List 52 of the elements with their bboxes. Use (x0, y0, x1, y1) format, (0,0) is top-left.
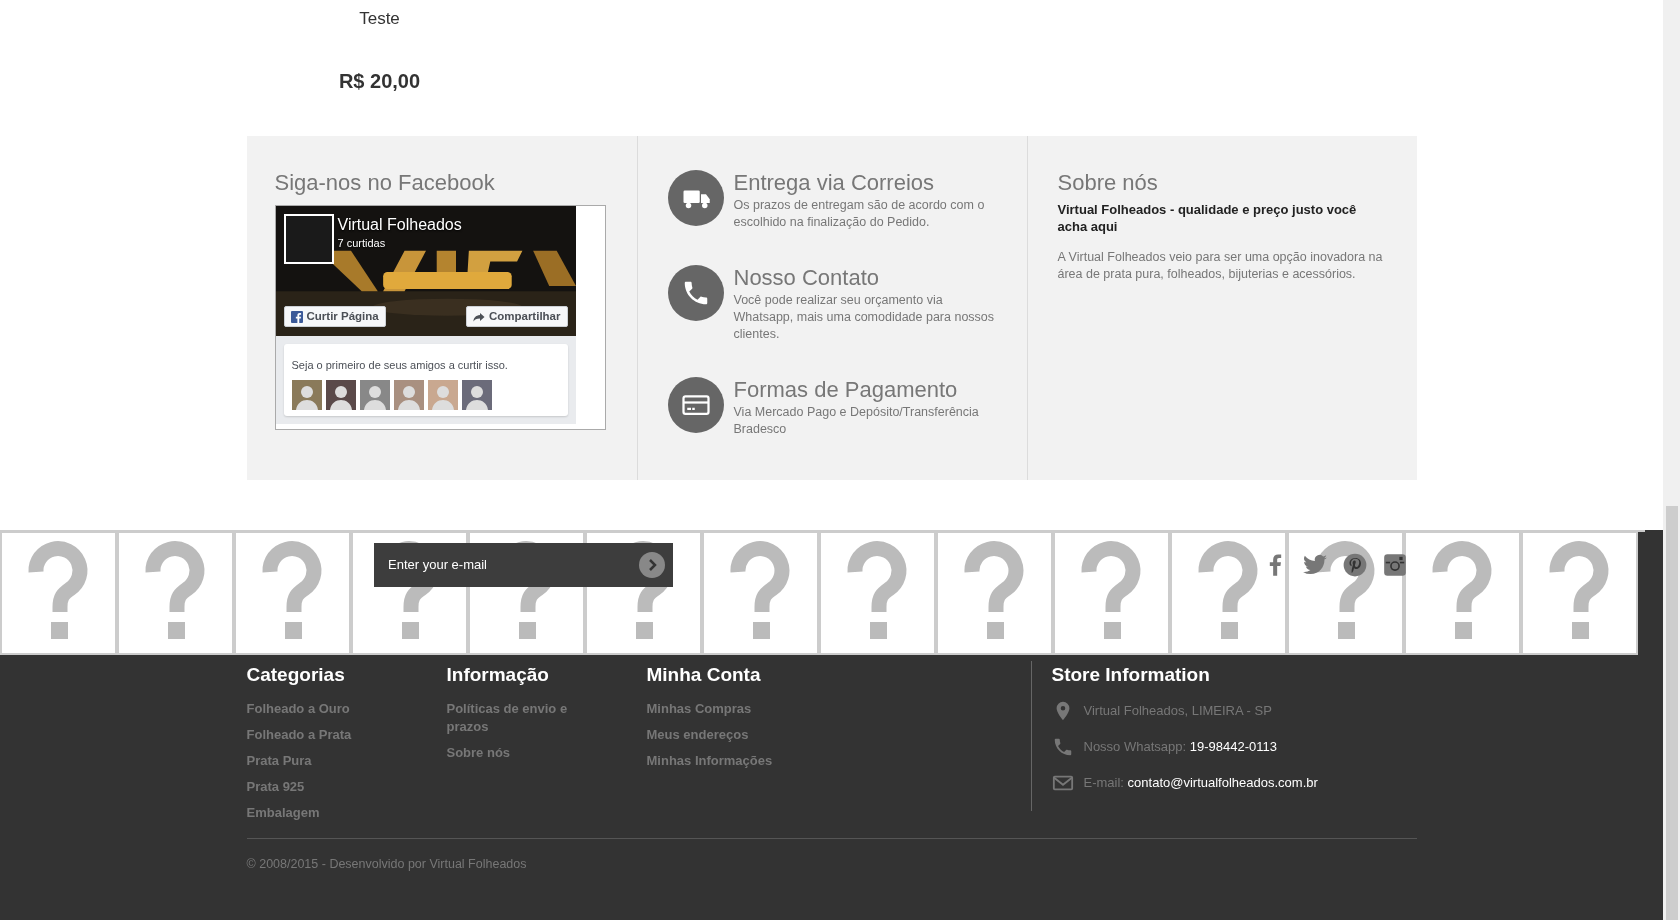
email-field[interactable]: Enter your e-mail (374, 543, 673, 587)
contact-value[interactable]: contato@virtualfolheados.com.br (1127, 774, 1318, 790)
avatar[interactable] (291, 380, 322, 410)
contact-label: Nosso Whatsapp: (1083, 738, 1187, 754)
copyright-text: © 2008/2015 - Desenvolvido por Virtual Folheados (246, 856, 527, 873)
submit-button[interactable] (639, 552, 665, 578)
about-subtitle: Virtual Folheados - qualidade e preço justo você acha aqui (1057, 201, 1358, 235)
share-arrow-icon (472, 310, 485, 323)
avatar[interactable] (461, 380, 492, 410)
email-input[interactable]: Enter your e-mail (386, 554, 639, 576)
footer-link[interactable]: Embalagem (246, 803, 387, 822)
chevron-icon (646, 559, 658, 571)
feature-title: Nosso Contato (733, 265, 880, 292)
footer-link[interactable]: Prata Pura (246, 751, 387, 770)
camera-icon[interactable] (1382, 552, 1408, 578)
about-text: A Virtual Folheados veio para ser uma opção inovadora na área de prata pura, folheados, bijuterias e acessórios. (1057, 249, 1384, 283)
footer-link[interactable]: Minhas Compras (646, 699, 787, 718)
friends-text: Seja o primeiro de seus amigos a curtir isso. (291, 358, 508, 373)
footer-heading: Minha Conta (646, 663, 761, 687)
footer-link[interactable]: Prata 925 (246, 777, 387, 796)
feature-text: Você pode realizar seu orçamento via Whatsapp, mais uma comodidade para nossos clientes. (733, 292, 996, 343)
share-button[interactable]: Compartilhar (465, 306, 568, 327)
feature-text: Via Mercado Pago e Depósito/Transferência Bradesco (733, 404, 980, 438)
section-heading: Siga-nos no Facebook (274, 170, 495, 197)
footer-link[interactable]: Folheado a Prata (246, 725, 387, 744)
contact-value[interactable]: 19-98442-0113 (1189, 738, 1277, 754)
contact-label: Virtual Folheados, LIMEIRA - SP (1083, 702, 1272, 718)
feature-title: Entrega via Correios (733, 170, 935, 197)
footer-link[interactable]: Sobre nós (446, 743, 587, 762)
footer-link[interactable]: Meus endereços (646, 725, 787, 744)
page-logo (283, 214, 334, 264)
like-count: 7 curtidas (337, 236, 386, 251)
page-name[interactable]: Virtual Folheados (337, 216, 462, 234)
footer-link[interactable]: Folheado a Ouro (246, 699, 387, 718)
avatar[interactable] (325, 380, 356, 410)
section-heading: Sobre nós (1057, 170, 1158, 197)
footer-heading: Categorias (246, 663, 345, 687)
footer-link[interactable]: Políticas de envio e prazos (446, 699, 587, 736)
scrollbar[interactable] (1663, 0, 1680, 920)
feature-text: Os prazos de entregam são de acordo com o escolhido na finalização do Pedido. (733, 197, 986, 231)
pinterest-icon[interactable] (1342, 552, 1368, 578)
footer-heading: Store Information (1051, 663, 1210, 687)
facebook-icon (290, 310, 303, 323)
contact-label: E-mail: (1083, 774, 1124, 790)
avatar[interactable] (359, 380, 390, 410)
footer-heading: Informação (446, 663, 549, 687)
like-page-button[interactable]: Curtir Página (283, 306, 386, 327)
feature-title: Formas de Pagamento (733, 377, 958, 404)
product-name[interactable]: Teste (359, 6, 400, 32)
scrollbar-thumb[interactable] (1665, 506, 1678, 920)
footer-link[interactable]: Minhas Informações (646, 751, 787, 770)
product-price: R$ 20,00 (338, 68, 421, 94)
